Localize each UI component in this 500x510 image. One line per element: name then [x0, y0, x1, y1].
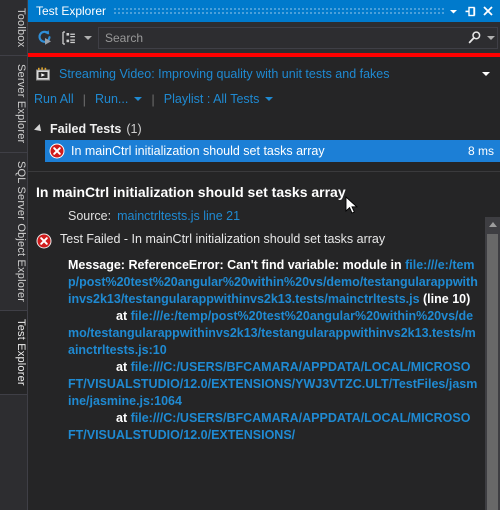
sidebar-item-test-explorer[interactable]: Test Explorer [0, 310, 27, 395]
stack-at-keyword: at [116, 411, 128, 425]
title-bar: Test Explorer [28, 0, 500, 22]
run-menu-chevron-down-icon[interactable] [134, 97, 143, 101]
test-group-header[interactable]: Failed Tests (1) [28, 118, 500, 140]
test-duration: 8 ms [467, 144, 494, 158]
content-area: Streaming Video: Improving quality with … [28, 57, 500, 510]
playlist-chevron-down-icon[interactable] [265, 97, 274, 101]
stack-frame: at file:///C:/USERS/BFCAMARA/APPDATA/LOC… [68, 359, 478, 410]
streaming-video-banner[interactable]: Streaming Video: Improving quality with … [28, 62, 500, 86]
sidebar-item-sql-server-object-explorer[interactable]: SQL Server Object Explorer [0, 152, 27, 311]
failure-text: Test Failed - In mainCtrl initialization… [60, 232, 386, 246]
group-by-chevron-down-icon[interactable] [81, 26, 94, 49]
expand-triangle-icon[interactable] [34, 124, 44, 134]
error-icon [49, 143, 65, 159]
stack-frame: at file:///e:/temp/post%20test%20angular… [68, 308, 478, 359]
stack-at-keyword: at [116, 360, 128, 374]
stack-url[interactable]: file:///e:/temp/post%20test%20angular%20… [68, 309, 476, 357]
source-label: Source: [68, 209, 112, 223]
sidebar-item-toolbox[interactable]: Toolbox [0, 0, 27, 57]
window-menu-chevron-down-icon[interactable] [445, 2, 462, 20]
command-separator-1: | [82, 91, 86, 107]
error-message: Message: ReferenceError: Can't find vari… [68, 257, 478, 308]
main-column: Test Explorer Search Streaming Video: Im… [28, 0, 500, 510]
test-group-label: Failed Tests [50, 122, 122, 136]
stack-url[interactable]: file:///C:/USERS/BFCAMARA/APPDATA/LOCAL/… [68, 360, 477, 408]
source-link[interactable]: mainctrltests.js line 21 [117, 209, 240, 223]
run-menu-button[interactable]: Run... [95, 92, 128, 106]
playlist-button[interactable]: Playlist : All Tests [164, 92, 260, 106]
scrollbar-up-arrow-icon[interactable] [485, 217, 500, 232]
stack-frame: at file:///C:/USERS/BFCAMARA/APPDATA/LOC… [68, 410, 478, 444]
run-refresh-icon[interactable] [33, 26, 57, 49]
source-line: Source: mainctrltests.js line 21 [68, 209, 478, 223]
run-all-button[interactable]: Run All [34, 92, 74, 106]
test-name: In mainCtrl initialization should set ta… [71, 144, 325, 158]
error-message-prefix: Message: ReferenceError: Can't find vari… [68, 258, 406, 272]
vertical-tab-strip: Toolbox Server Explorer SQL Server Objec… [0, 0, 28, 510]
table-row[interactable]: In mainCtrl initialization should set ta… [45, 140, 500, 162]
page-title: Test Explorer [36, 4, 107, 18]
search-icon[interactable] [464, 28, 484, 48]
search-options-chevron-down-icon[interactable] [484, 26, 497, 49]
pin-icon[interactable] [462, 2, 479, 20]
test-group-count: (1) [126, 122, 142, 136]
search-input[interactable] [99, 30, 464, 45]
stack-at-keyword: at [116, 309, 128, 323]
test-detail-pane: In mainCtrl initialization should set ta… [28, 172, 500, 510]
title-drag-grip[interactable] [114, 7, 445, 15]
group-by-icon[interactable] [57, 26, 81, 49]
toolbar [28, 22, 500, 53]
close-icon[interactable] [479, 2, 496, 20]
command-separator-2: | [151, 91, 155, 107]
detail-scrollbar[interactable] [485, 217, 500, 510]
stack-url[interactable]: file:///C:/USERS/BFCAMARA/APPDATA/LOCAL/… [68, 411, 470, 442]
search-box[interactable] [98, 26, 498, 49]
test-explorer-window: Toolbox Server Explorer SQL Server Objec… [0, 0, 500, 510]
streaming-video-link[interactable]: Streaming Video: Improving quality with … [59, 67, 479, 81]
streaming-video-chevron-down-icon[interactable] [479, 63, 492, 86]
video-icon [34, 66, 54, 82]
error-message-suffix: (line 10) [419, 292, 471, 306]
sidebar-item-server-explorer[interactable]: Server Explorer [0, 56, 27, 153]
failure-summary: Test Failed - In mainCtrl initialization… [36, 232, 478, 249]
scrollbar-thumb[interactable] [487, 234, 498, 510]
error-icon [36, 233, 52, 249]
command-bar: Run All | Run... | Playlist : All Tests [28, 86, 500, 112]
detail-title: In mainCtrl initialization should set ta… [36, 184, 346, 200]
